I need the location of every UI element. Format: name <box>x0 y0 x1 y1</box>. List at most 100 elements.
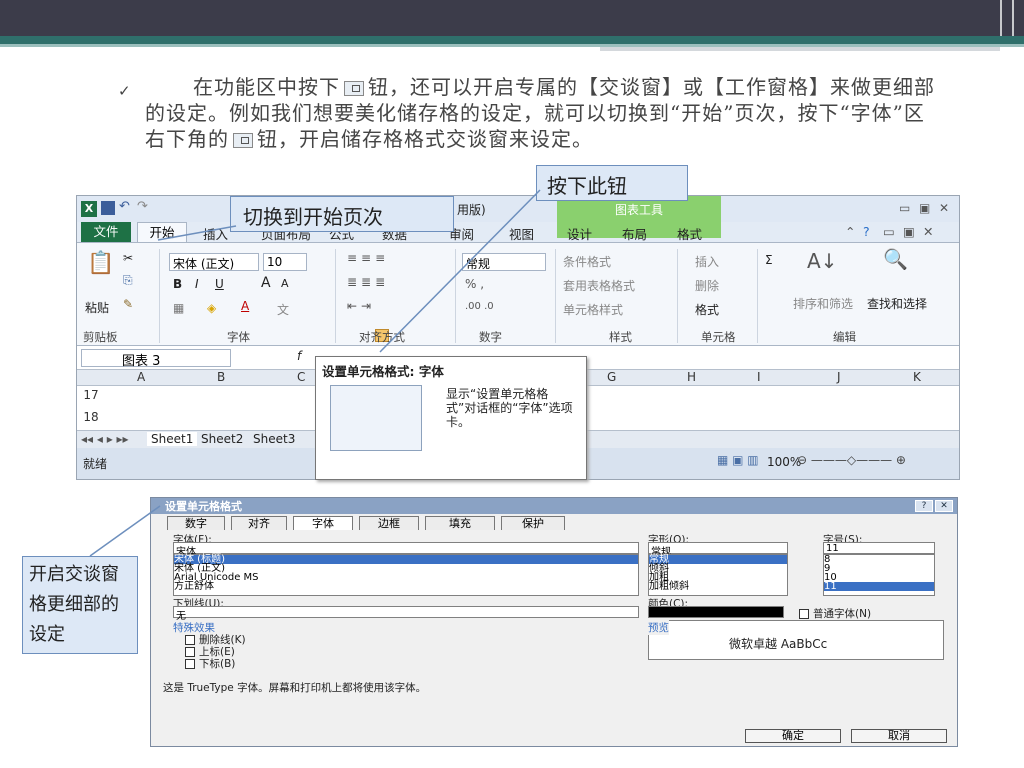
save-icon[interactable] <box>101 201 115 215</box>
delete-button[interactable]: 删除 <box>695 277 719 294</box>
list-item[interactable]: 常规 <box>649 555 787 565</box>
list-item[interactable]: 加粗倾斜 <box>649 582 787 592</box>
font-color-icon[interactable]: A <box>241 299 249 313</box>
tab-view[interactable]: 视图 <box>509 224 534 243</box>
bold-button[interactable]: B <box>173 277 182 291</box>
col-header[interactable]: G <box>607 370 616 384</box>
border-icon[interactable]: ▦ <box>173 301 184 315</box>
zoom-slider[interactable]: ⊖ ———◇——— ⊕ <box>797 453 906 467</box>
cut-icon[interactable]: ✂ <box>123 251 133 265</box>
dialog-help-icon[interactable]: ? <box>915 500 933 512</box>
style-input[interactable]: 常规 <box>648 542 788 558</box>
paste-button[interactable]: 粘贴 <box>85 299 109 316</box>
col-header[interactable]: I <box>757 370 761 384</box>
sort-icon[interactable]: A↓ <box>807 249 837 273</box>
sheet-nav-icons[interactable]: ◂◂ ◂ ▸ ▸▸ <box>81 432 129 446</box>
dlg-tab-border[interactable]: 边框 <box>359 516 419 530</box>
name-box[interactable]: 图表 3 <box>81 349 231 369</box>
minimize-icon[interactable]: ▭ <box>899 201 910 215</box>
copy-icon[interactable]: ⎘ <box>123 273 133 288</box>
tab-home[interactable]: 开始 <box>137 222 187 244</box>
view-normal-icon[interactable]: ▦ ▣ ▥ <box>717 453 759 467</box>
row-header[interactable]: 18 <box>77 410 105 424</box>
col-header[interactable]: B <box>217 370 225 384</box>
style-list[interactable]: 常规 倾斜 加粗 加粗倾斜 <box>648 554 788 596</box>
list-item[interactable]: 8 <box>824 555 934 565</box>
undo-icon[interactable]: ↶ <box>119 199 130 214</box>
vertical-align-icons[interactable]: ≡≡≡ <box>347 251 389 265</box>
row-header[interactable]: 17 <box>77 388 105 402</box>
find-icon[interactable]: 🔍 <box>883 247 908 271</box>
tab-insert[interactable]: 插入 <box>203 224 228 243</box>
sum-icon[interactable]: Σ <box>765 253 773 267</box>
number-format-select[interactable]: 常规 <box>462 253 546 271</box>
format-painter-icon[interactable]: ✎ <box>123 297 133 311</box>
size-list[interactable]: 8 9 10 11 <box>823 554 935 596</box>
sheet-tab-2[interactable]: Sheet2 <box>201 432 243 446</box>
fx-icon[interactable]: f <box>297 349 301 363</box>
ok-button[interactable]: 确定 <box>745 729 841 743</box>
list-item[interactable]: 方正舒体 <box>174 582 638 592</box>
paste-icon[interactable]: 📋 <box>87 251 114 276</box>
ribbon-collapse-icon[interactable]: ⌃ <box>845 224 855 239</box>
cancel-button[interactable]: 取消 <box>851 729 947 743</box>
cell-styles-button[interactable]: 单元格样式 <box>563 301 623 318</box>
list-item[interactable]: 宋体 (标题) <box>174 555 638 565</box>
doc-close-icon[interactable]: ✕ <box>923 224 933 239</box>
close-icon[interactable]: ✕ <box>939 201 949 215</box>
list-item[interactable]: 9 <box>824 564 934 574</box>
find-select-button[interactable]: 查找和选择 <box>867 295 927 312</box>
tab-file[interactable]: 文件 <box>81 222 131 242</box>
dlg-tab-align[interactable]: 对齐 <box>231 516 287 530</box>
shrink-font-icon[interactable]: A <box>281 277 289 290</box>
underline-button[interactable]: U <box>215 277 224 291</box>
fill-color-icon[interactable]: ◈ <box>207 301 216 315</box>
sheet-tab-1[interactable]: Sheet1 <box>147 432 198 446</box>
conditional-format-button[interactable]: 条件格式 <box>563 253 611 270</box>
font-size-select[interactable]: 10 <box>263 253 307 271</box>
normal-font-check[interactable]: 普通字体(N) <box>799 606 871 621</box>
font-input[interactable]: 宋体 <box>173 542 639 558</box>
dialog-close-icon[interactable]: ✕ <box>935 500 953 512</box>
col-header[interactable]: A <box>137 370 145 384</box>
horizontal-align-icons[interactable]: ≣≣≣ <box>347 275 389 289</box>
dlg-tab-font[interactable]: 字体 <box>293 516 353 530</box>
help-icon[interactable]: ? <box>863 224 870 239</box>
font-name-select[interactable]: 宋体 (正文) <box>169 253 259 271</box>
dlg-tab-number[interactable]: 数字 <box>167 516 225 530</box>
sheet-tab-3[interactable]: Sheet3 <box>253 432 295 446</box>
size-input[interactable]: 11 <box>823 542 935 554</box>
color-select[interactable] <box>648 606 784 618</box>
italic-button[interactable]: I <box>195 277 199 291</box>
dlg-tab-protect[interactable]: 保护 <box>501 516 565 530</box>
list-item[interactable]: 11 <box>824 582 934 592</box>
phonetic-icon[interactable]: 文 <box>277 301 289 318</box>
redo-icon[interactable]: ↷ <box>137 199 148 214</box>
list-item[interactable]: Arial Unicode MS <box>174 573 638 583</box>
tab-layout[interactable]: 布局 <box>622 224 647 243</box>
checkbox[interactable] <box>799 609 809 619</box>
tab-format[interactable]: 格式 <box>677 224 702 243</box>
underline-select[interactable]: 无 <box>173 606 639 622</box>
font-list[interactable]: 宋体 (标题) 宋体 (正文) Arial Unicode MS 方正舒体 <box>173 554 639 596</box>
format-button[interactable]: 格式 <box>695 301 719 318</box>
col-header[interactable]: C <box>297 370 305 384</box>
checkbox[interactable] <box>185 659 195 669</box>
col-header[interactable]: H <box>687 370 696 384</box>
indent-icons[interactable]: ⇤⇥ <box>347 299 375 313</box>
table-format-button[interactable]: 套用表格格式 <box>563 277 635 294</box>
col-header[interactable]: J <box>837 370 841 384</box>
decimal-icon[interactable]: .00 .0 <box>465 301 494 312</box>
insert-button[interactable]: 插入 <box>695 253 719 270</box>
doc-minimize-icon[interactable]: ▭ <box>883 224 895 239</box>
tab-design[interactable]: 设计 <box>567 224 592 243</box>
col-header[interactable]: K <box>913 370 921 384</box>
restore-icon[interactable]: ▣ <box>919 201 930 215</box>
list-item[interactable]: 倾斜 <box>649 564 787 574</box>
sort-filter-button[interactable]: 排序和筛选 <box>793 295 853 312</box>
list-item[interactable]: 10 <box>824 573 934 583</box>
percent-icon[interactable]: % , <box>465 277 484 291</box>
subscript-check[interactable]: 下标(B) <box>185 656 235 671</box>
doc-restore-icon[interactable]: ▣ <box>903 224 915 239</box>
dlg-tab-fill[interactable]: 填充 <box>425 516 495 530</box>
